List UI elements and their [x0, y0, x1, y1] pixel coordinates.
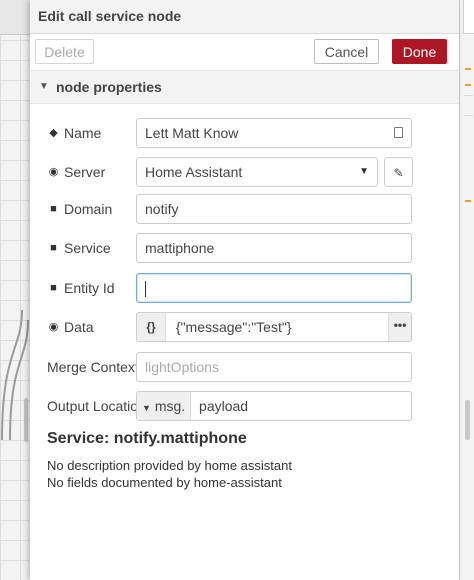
cube-icon: ■	[50, 282, 57, 294]
text-field-icon	[394, 127, 403, 138]
data-row: ◉ Data {} {"message":"Test"} •••	[30, 312, 459, 342]
entity-id-row: ■ Entity Id	[30, 273, 459, 303]
server-row: ◉ Server Home Assistant ▼ ✎	[30, 157, 459, 187]
done-button[interactable]: Done	[392, 39, 447, 64]
domain-input[interactable]: notify	[136, 194, 412, 224]
delete-button[interactable]: Delete	[35, 39, 94, 64]
data-typed-input[interactable]: {} {"message":"Test"} •••	[136, 312, 412, 342]
text-cursor	[145, 281, 146, 298]
edit-node-dialog: Edit call service node Delete Cancel Don…	[30, 0, 459, 580]
msg-type-selector[interactable]: ▼ msg.	[137, 392, 192, 420]
dialog-toolbar: Delete Cancel Done	[30, 34, 459, 71]
service-row: ■ Service mattiphone	[30, 233, 459, 263]
section-title: node properties	[56, 79, 162, 95]
caret-down-icon: ▼	[359, 166, 369, 177]
merge-context-input[interactable]: lightOptions	[136, 352, 412, 382]
dialog-title: Edit call service node	[30, 0, 459, 34]
domain-row: ■ Domain notify	[30, 194, 459, 224]
sidebar-marker	[465, 84, 471, 86]
entity-id-label: ■ Entity Id	[47, 273, 114, 303]
ellipsis-icon[interactable]: •••	[388, 313, 411, 341]
node-properties-header[interactable]: ▼ node properties	[30, 71, 459, 104]
server-label: ◉ Server	[47, 157, 106, 187]
sidebar-divider	[464, 95, 473, 96]
sidebar-marker	[465, 68, 471, 70]
pencil-icon: ✎	[393, 166, 404, 180]
service-input[interactable]: mattiphone	[136, 233, 412, 263]
workspace-tab-bar	[0, 0, 30, 35]
chevron-down-icon: ▼	[39, 81, 49, 92]
service-label: ■ Service	[47, 233, 111, 263]
name-input[interactable]: Lett Matt Know	[136, 118, 412, 148]
cancel-button[interactable]: Cancel	[314, 39, 379, 64]
flow-workspace[interactable]	[0, 0, 31, 580]
edit-server-button[interactable]: ✎	[384, 157, 413, 187]
dot-circle-icon: ◉	[48, 166, 59, 178]
tag-icon: ◆	[49, 127, 58, 139]
output-location-row: Output Location ▼ msg. payload	[30, 391, 459, 421]
service-fields-note: No fields documented by home-assistant	[47, 475, 282, 490]
output-location-label: Output Location	[47, 398, 146, 414]
merge-context-label: Merge Context	[47, 359, 139, 375]
sidebar-panel	[459, 0, 474, 580]
sidebar-tab[interactable]	[463, 0, 474, 34]
sidebar-divider	[464, 115, 473, 116]
json-type-selector[interactable]: {}	[137, 313, 166, 341]
dot-circle-icon: ◉	[48, 321, 59, 333]
cube-icon: ■	[50, 242, 57, 254]
sidebar-marker	[465, 200, 471, 202]
name-label: ◆ Name	[47, 118, 101, 148]
merge-context-row: Merge Context lightOptions	[30, 352, 459, 382]
workspace-scrollbar[interactable]	[24, 398, 28, 442]
data-label: ◉ Data	[47, 312, 94, 342]
domain-label: ■ Domain	[47, 194, 112, 224]
server-select[interactable]: Home Assistant ▼	[136, 157, 378, 187]
output-location-input[interactable]: ▼ msg. payload	[136, 391, 412, 421]
service-info-title: Service: notify.mattiphone	[47, 430, 247, 447]
merge-context-placeholder: lightOptions	[145, 359, 219, 375]
sidebar-scrollbar[interactable]	[465, 400, 470, 440]
name-row: ◆ Name Lett Matt Know	[30, 118, 459, 148]
service-description: No description provided by home assistan…	[47, 458, 292, 473]
entity-id-input[interactable]	[136, 273, 412, 303]
caret-down-icon: ▼	[142, 403, 151, 413]
cube-icon: ■	[50, 203, 57, 215]
